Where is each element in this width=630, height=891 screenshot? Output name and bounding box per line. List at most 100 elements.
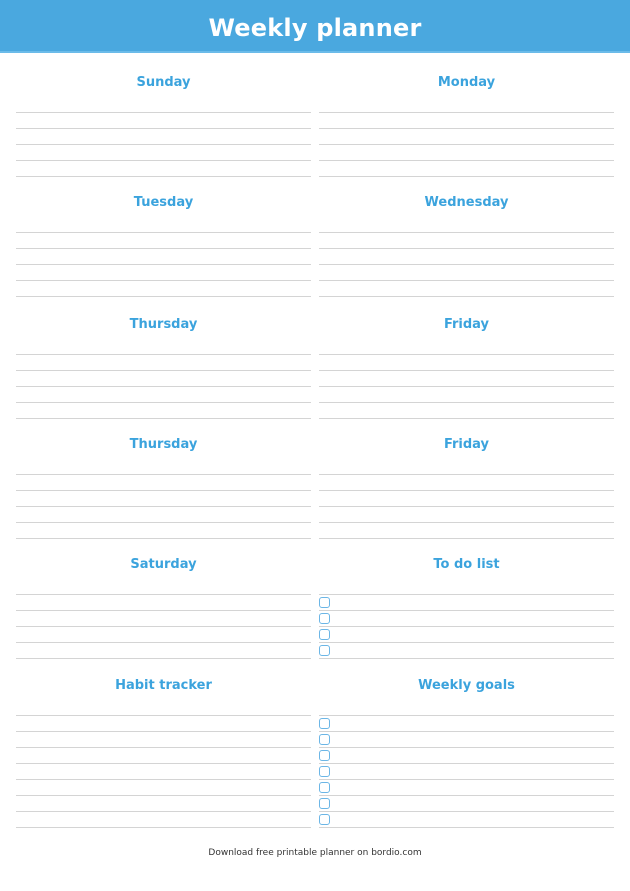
checkbox[interactable]: [319, 750, 330, 761]
footer-text: Download free printable planner on bordi…: [208, 848, 422, 858]
writing-line[interactable]: [319, 248, 614, 249]
writing-line[interactable]: [16, 402, 311, 403]
writing-line[interactable]: [319, 658, 614, 659]
writing-line[interactable]: [319, 795, 614, 796]
writing-line[interactable]: [16, 811, 311, 812]
writing-line[interactable]: [319, 811, 614, 812]
writing-line[interactable]: [16, 386, 311, 387]
writing-line[interactable]: [319, 490, 614, 491]
writing-line[interactable]: [319, 264, 614, 265]
writing-line[interactable]: [16, 490, 311, 491]
writing-line[interactable]: [16, 280, 311, 281]
writing-line[interactable]: [319, 144, 614, 145]
page-header: Weekly planner: [0, 0, 630, 53]
writing-line[interactable]: [16, 474, 311, 475]
section-weekly-goals: Weekly goals: [319, 663, 614, 829]
writing-line[interactable]: [16, 763, 311, 764]
writing-line[interactable]: [319, 128, 614, 129]
section-saturday: Saturday: [16, 542, 311, 660]
writing-line[interactable]: [16, 626, 311, 627]
writing-line[interactable]: [16, 827, 311, 828]
writing-line[interactable]: [319, 610, 614, 611]
writing-line[interactable]: [319, 538, 614, 539]
writing-line[interactable]: [319, 594, 614, 595]
writing-line[interactable]: [319, 418, 614, 419]
writing-line[interactable]: [319, 779, 614, 780]
writing-line[interactable]: [319, 402, 614, 403]
section-title: Thursday: [129, 437, 198, 452]
page-title: Weekly planner: [208, 13, 422, 42]
writing-line[interactable]: [16, 112, 311, 113]
checkbox[interactable]: [319, 798, 330, 809]
writing-line[interactable]: [319, 715, 614, 716]
section-title: To do list: [433, 557, 500, 572]
writing-line[interactable]: [319, 747, 614, 748]
checkbox[interactable]: [319, 782, 330, 793]
writing-line[interactable]: [319, 763, 614, 764]
writing-line[interactable]: [319, 731, 614, 732]
section-thursday-2: Thursday: [16, 422, 311, 540]
section-title: Weekly goals: [418, 678, 515, 693]
writing-line[interactable]: [319, 176, 614, 177]
writing-line[interactable]: [16, 658, 311, 659]
section-monday: Monday: [319, 60, 614, 178]
checkbox[interactable]: [319, 734, 330, 745]
checkbox[interactable]: [319, 814, 330, 825]
section-title: Habit tracker: [115, 678, 212, 693]
writing-line[interactable]: [319, 280, 614, 281]
writing-line[interactable]: [16, 642, 311, 643]
writing-line[interactable]: [16, 594, 311, 595]
writing-line[interactable]: [16, 779, 311, 780]
checkbox[interactable]: [319, 613, 330, 624]
writing-line[interactable]: [16, 370, 311, 371]
checkbox[interactable]: [319, 766, 330, 777]
section-title: Friday: [443, 317, 490, 332]
writing-line[interactable]: [16, 715, 311, 716]
writing-line[interactable]: [16, 296, 311, 297]
writing-line[interactable]: [16, 264, 311, 265]
section-wednesday: Wednesday: [319, 180, 614, 298]
checkbox[interactable]: [319, 597, 330, 608]
checkbox[interactable]: [319, 718, 330, 729]
writing-line[interactable]: [16, 354, 311, 355]
writing-line[interactable]: [16, 522, 311, 523]
writing-line[interactable]: [319, 160, 614, 161]
section-title: Saturday: [130, 557, 197, 572]
writing-line[interactable]: [16, 248, 311, 249]
writing-line[interactable]: [319, 827, 614, 828]
writing-line[interactable]: [319, 354, 614, 355]
writing-line[interactable]: [16, 144, 311, 145]
writing-line[interactable]: [16, 160, 311, 161]
writing-line[interactable]: [16, 176, 311, 177]
writing-line[interactable]: [319, 626, 614, 627]
writing-line[interactable]: [16, 128, 311, 129]
writing-line[interactable]: [319, 232, 614, 233]
section-to-do-list: To do list: [319, 542, 614, 660]
section-title: Thursday: [129, 317, 198, 332]
writing-line[interactable]: [319, 112, 614, 113]
writing-line[interactable]: [319, 386, 614, 387]
checkbox[interactable]: [319, 629, 330, 640]
writing-line[interactable]: [319, 370, 614, 371]
writing-line[interactable]: [319, 474, 614, 475]
writing-line[interactable]: [319, 522, 614, 523]
section-sunday: Sunday: [16, 60, 311, 178]
writing-line[interactable]: [16, 506, 311, 507]
section-friday-2: Friday: [319, 422, 614, 540]
writing-line[interactable]: [16, 795, 311, 796]
writing-line[interactable]: [319, 506, 614, 507]
section-habit-tracker: Habit tracker: [16, 663, 311, 829]
writing-line[interactable]: [16, 731, 311, 732]
section-title: Tuesday: [133, 195, 194, 210]
writing-line[interactable]: [16, 610, 311, 611]
section-friday-1: Friday: [319, 302, 614, 420]
writing-line[interactable]: [16, 747, 311, 748]
writing-line[interactable]: [319, 642, 614, 643]
checkbox[interactable]: [319, 645, 330, 656]
writing-line[interactable]: [16, 418, 311, 419]
writing-line[interactable]: [16, 538, 311, 539]
writing-line[interactable]: [319, 296, 614, 297]
writing-line[interactable]: [16, 232, 311, 233]
section-tuesday: Tuesday: [16, 180, 311, 298]
section-title: Monday: [437, 75, 496, 90]
